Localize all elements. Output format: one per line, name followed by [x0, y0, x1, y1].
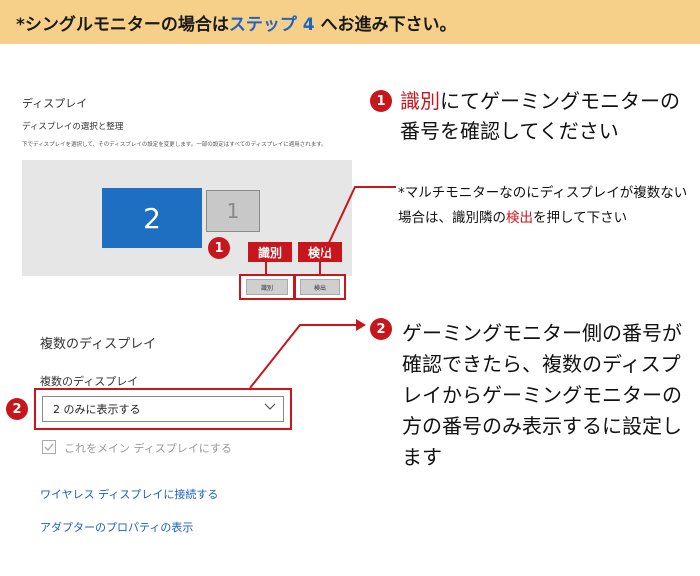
detect-note: *マルチモニターなのにディスプレイが複数ない場合は、識別隣の検出を押して下さい: [398, 181, 688, 231]
callout-1-rest: にてゲーミングモニターの番号を確認してください: [400, 89, 680, 143]
detect-note-red-word: 検出: [506, 210, 533, 226]
step-marker-2-callout: 2: [370, 318, 392, 340]
step-marker-1-callout: 1: [370, 90, 392, 112]
callout-1-red-word: 識別: [400, 89, 440, 113]
callout-1-text: 識別にてゲーミングモニターの番号を確認してください: [400, 86, 690, 146]
detect-note-part2: を押して下さい: [533, 210, 628, 226]
callout-2-text: ゲーミングモニター側の番号が確認できたら、複数のディスプレイからゲーミングモニタ…: [402, 321, 682, 469]
